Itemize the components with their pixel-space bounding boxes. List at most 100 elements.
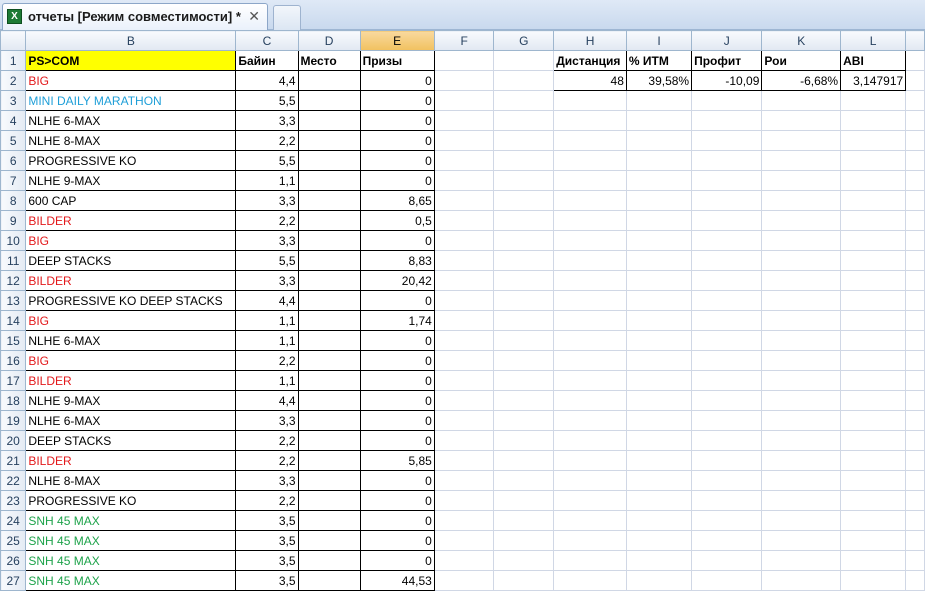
cell[interactable] (493, 90, 555, 111)
cell[interactable] (553, 150, 627, 171)
cell[interactable] (493, 310, 555, 331)
cell[interactable] (905, 510, 925, 531)
cell[interactable] (691, 290, 763, 311)
cell-place[interactable] (297, 270, 361, 291)
cell-header-buyin[interactable]: Байин (235, 50, 299, 71)
cell[interactable] (840, 190, 907, 211)
cell[interactable] (625, 430, 693, 451)
cell-buyin[interactable]: 2,2 (235, 450, 299, 471)
cell[interactable] (691, 530, 763, 551)
cell[interactable] (840, 150, 907, 171)
cell[interactable] (691, 410, 763, 431)
cell[interactable] (840, 170, 907, 191)
cell[interactable] (840, 510, 907, 531)
cell[interactable] (433, 270, 495, 291)
cell-tournament-name[interactable]: MINI DAILY MARATHON (25, 90, 237, 111)
cell-place[interactable] (297, 290, 361, 311)
column-header[interactable]: G (493, 30, 555, 51)
cell-prize[interactable]: 20,42 (359, 270, 435, 291)
cell[interactable] (625, 90, 693, 111)
cell-prize[interactable]: 0 (359, 70, 435, 91)
select-all-corner[interactable] (0, 30, 27, 51)
cell-tournament-name[interactable]: NLHE 9-MAX (25, 390, 237, 411)
cell[interactable] (625, 150, 693, 171)
cell[interactable] (553, 270, 627, 291)
cell[interactable] (553, 470, 627, 491)
cell-place[interactable] (297, 90, 361, 111)
cell[interactable] (433, 410, 495, 431)
cell[interactable] (493, 130, 555, 151)
cell-header-itm[interactable]: % ИТМ (625, 50, 693, 71)
cell[interactable] (905, 230, 925, 251)
cell-prize[interactable]: 0,5 (359, 210, 435, 231)
row-header[interactable]: 17 (0, 370, 27, 391)
cell[interactable] (625, 490, 693, 511)
cell[interactable] (493, 70, 555, 91)
cell[interactable] (433, 390, 495, 411)
cell[interactable] (553, 170, 627, 191)
cell-abi-value[interactable]: 3,147917 (840, 70, 907, 91)
cell[interactable] (840, 330, 907, 351)
cell[interactable] (761, 470, 842, 491)
cell[interactable] (761, 330, 842, 351)
cell-place[interactable] (297, 130, 361, 151)
cell-tournament-name[interactable]: BIG (25, 70, 237, 91)
cell[interactable] (761, 210, 842, 231)
cell[interactable] (761, 530, 842, 551)
cell[interactable] (691, 130, 763, 151)
cell[interactable] (493, 290, 555, 311)
row-header[interactable]: 25 (0, 530, 27, 551)
cell[interactable] (553, 410, 627, 431)
cell[interactable] (691, 310, 763, 331)
cell-prize[interactable]: 0 (359, 110, 435, 131)
cell-tournament-name[interactable]: BILDER (25, 210, 237, 231)
cell[interactable] (625, 550, 693, 571)
cell[interactable] (905, 550, 925, 571)
cell[interactable] (905, 110, 925, 131)
cell-prize[interactable]: 0 (359, 510, 435, 531)
cell[interactable] (905, 350, 925, 371)
cell-place[interactable] (297, 190, 361, 211)
cell-buyin[interactable]: 1,1 (235, 330, 299, 351)
cell-place[interactable] (297, 530, 361, 551)
cell[interactable] (625, 230, 693, 251)
cell-profit-value[interactable]: -10,09 (691, 70, 763, 91)
cell-buyin[interactable]: 1,1 (235, 170, 299, 191)
row-header[interactable]: 22 (0, 470, 27, 491)
cell-tournament-name[interactable]: SNH 45 MAX (25, 570, 237, 591)
cell-place[interactable] (297, 470, 361, 491)
cell[interactable] (493, 50, 555, 71)
cell-buyin[interactable]: 5,5 (235, 250, 299, 271)
cell[interactable] (761, 230, 842, 251)
cell-buyin[interactable]: 3,3 (235, 470, 299, 491)
cell-place[interactable] (297, 450, 361, 471)
cell[interactable] (905, 210, 925, 231)
cell[interactable] (553, 350, 627, 371)
cell[interactable] (433, 430, 495, 451)
cell[interactable] (905, 190, 925, 211)
cell[interactable] (691, 110, 763, 131)
cell-buyin[interactable]: 3,3 (235, 110, 299, 131)
cell[interactable] (840, 530, 907, 551)
cell-buyin[interactable]: 4,4 (235, 290, 299, 311)
column-header[interactable]: F (433, 30, 495, 51)
cell[interactable] (840, 90, 907, 111)
cell-tournament-name[interactable]: DEEP STACKS (25, 250, 237, 271)
cell-place[interactable] (297, 210, 361, 231)
cell[interactable] (433, 250, 495, 271)
cell[interactable] (433, 530, 495, 551)
cell[interactable] (761, 410, 842, 431)
cell[interactable] (553, 130, 627, 151)
row-header[interactable]: 14 (0, 310, 27, 331)
cell-prize[interactable]: 0 (359, 430, 435, 451)
cell-buyin[interactable]: 5,5 (235, 90, 299, 111)
cell-place[interactable] (297, 330, 361, 351)
row-header[interactable]: 15 (0, 330, 27, 351)
cell-prize[interactable]: 0 (359, 410, 435, 431)
cell-header-place[interactable]: Место (297, 50, 361, 71)
cell[interactable] (761, 390, 842, 411)
cell[interactable] (761, 290, 842, 311)
cell-place[interactable] (297, 430, 361, 451)
cell-header-source[interactable]: PS>COM (25, 50, 237, 71)
cell[interactable] (553, 90, 627, 111)
